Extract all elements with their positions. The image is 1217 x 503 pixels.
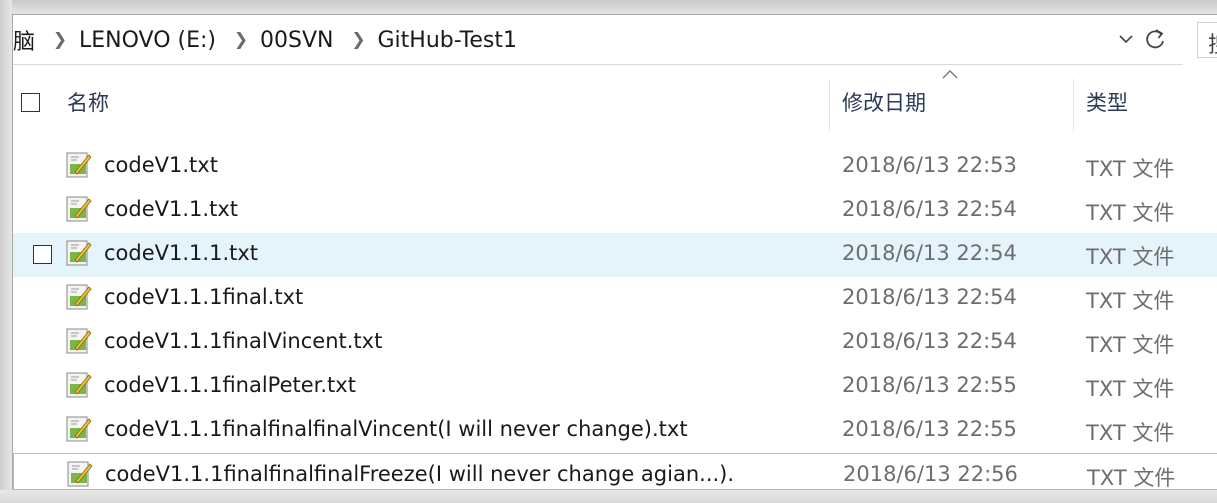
file-name: codeV1.1.1finalfinalfinalVincent(I will … <box>104 417 688 441</box>
file-row[interactable]: codeV1.1.1final.txt 2018/6/13 22:54 TXT … <box>13 277 1217 321</box>
select-all-checkbox[interactable] <box>21 93 40 112</box>
file-type: TXT 文件 <box>1086 421 1175 445</box>
breadcrumb-chevron-icon[interactable]: ❯ <box>222 30 260 50</box>
file-date-modified: 2018/6/13 22:55 <box>842 417 1017 441</box>
search-box[interactable]: 搜 <box>1197 22 1217 58</box>
row-select-checkbox[interactable] <box>33 245 52 264</box>
text-file-icon <box>67 461 93 487</box>
file-type: TXT 文件 <box>1086 245 1175 269</box>
file-date-modified: 2018/6/13 22:54 <box>842 197 1017 221</box>
search-placeholder: 搜 <box>1208 27 1217 59</box>
screenshot-shadow-left <box>0 0 12 503</box>
breadcrumb-item-current-folder[interactable]: GitHub-Test1 <box>377 28 522 53</box>
sort-ascending-icon <box>942 70 958 79</box>
text-file-icon <box>66 152 92 178</box>
text-file-icon <box>66 372 92 398</box>
file-row-hovered[interactable]: codeV1.1.1.txt 2018/6/13 22:54 TXT 文件 <box>13 233 1217 277</box>
file-date-modified: 2018/6/13 22:54 <box>842 329 1017 353</box>
breadcrumb: 脑 ❯ LENOVO (E:) ❯ 00SVN ❯ GitHub-Test1 <box>13 15 523 65</box>
address-history-dropdown-button[interactable] <box>1116 27 1136 51</box>
breadcrumb-item-computer[interactable]: 脑 <box>13 24 41 56</box>
file-name: codeV1.1.1finalfinalfinalFreeze(I will n… <box>105 462 735 486</box>
file-name: codeV1.1.1final.txt <box>104 285 304 309</box>
column-header-type[interactable]: 类型 <box>1086 87 1128 117</box>
chevron-down-icon <box>1119 35 1133 44</box>
file-type: TXT 文件 <box>1086 333 1175 357</box>
breadcrumb-chevron-icon[interactable]: ❯ <box>339 30 377 50</box>
file-date-modified: 2018/6/13 22:54 <box>842 241 1017 265</box>
column-header-date-modified[interactable]: 修改日期 <box>842 87 926 117</box>
file-row-focused[interactable]: codeV1.1.1finalfinalfinalFreeze(I will n… <box>13 453 1217 490</box>
file-type: TXT 文件 <box>1086 377 1175 401</box>
file-row[interactable]: codeV1.1.1finalPeter.txt 2018/6/13 22:55… <box>13 365 1217 409</box>
file-name: codeV1.1.1finalPeter.txt <box>104 373 356 397</box>
file-name: codeV1.txt <box>104 153 218 177</box>
breadcrumb-chevron-icon[interactable]: ❯ <box>41 30 79 50</box>
file-date-modified: 2018/6/13 22:53 <box>842 153 1017 177</box>
file-type: TXT 文件 <box>1087 466 1176 490</box>
column-header-name[interactable]: 名称 <box>67 87 109 117</box>
text-file-icon <box>66 284 92 310</box>
text-file-icon <box>66 196 92 222</box>
file-type: TXT 文件 <box>1086 157 1175 181</box>
file-name: codeV1.1.1.txt <box>104 241 259 265</box>
breadcrumb-item-drive[interactable]: LENOVO (E:) <box>79 28 222 53</box>
breadcrumb-item-folder[interactable]: 00SVN <box>260 28 339 53</box>
column-resize-handle[interactable] <box>1073 79 1074 131</box>
refresh-icon <box>1146 29 1164 49</box>
column-resize-handle[interactable] <box>829 79 830 131</box>
address-bar[interactable]: 脑 ❯ LENOVO (E:) ❯ 00SVN ❯ GitHub-Test1 <box>13 15 1183 65</box>
file-row[interactable]: codeV1.1.txt 2018/6/13 22:54 TXT 文件 <box>13 189 1217 233</box>
file-explorer-window: 脑 ❯ LENOVO (E:) ❯ 00SVN ❯ GitHub-Test1 搜… <box>12 14 1217 490</box>
refresh-button[interactable] <box>1141 25 1169 53</box>
text-file-icon <box>66 328 92 354</box>
file-type: TXT 文件 <box>1086 201 1175 225</box>
text-file-icon <box>66 240 92 266</box>
text-file-icon <box>66 416 92 442</box>
file-date-modified: 2018/6/13 22:56 <box>843 462 1018 486</box>
file-date-modified: 2018/6/13 22:54 <box>842 285 1017 309</box>
file-date-modified: 2018/6/13 22:55 <box>842 373 1017 397</box>
screenshot-shadow-bottom <box>0 490 1217 503</box>
file-row[interactable]: codeV1.1.1finalVincent.txt 2018/6/13 22:… <box>13 321 1217 365</box>
file-name: codeV1.1.1finalVincent.txt <box>104 329 383 353</box>
column-header-row: 名称 修改日期 类型 <box>13 65 1217 145</box>
file-name: codeV1.1.txt <box>104 197 238 221</box>
file-type: TXT 文件 <box>1086 289 1175 313</box>
file-row[interactable]: codeV1.txt 2018/6/13 22:53 TXT 文件 <box>13 145 1217 189</box>
screenshot-shadow-top <box>0 0 1217 14</box>
file-row[interactable]: codeV1.1.1finalfinalfinalVincent(I will … <box>13 409 1217 453</box>
